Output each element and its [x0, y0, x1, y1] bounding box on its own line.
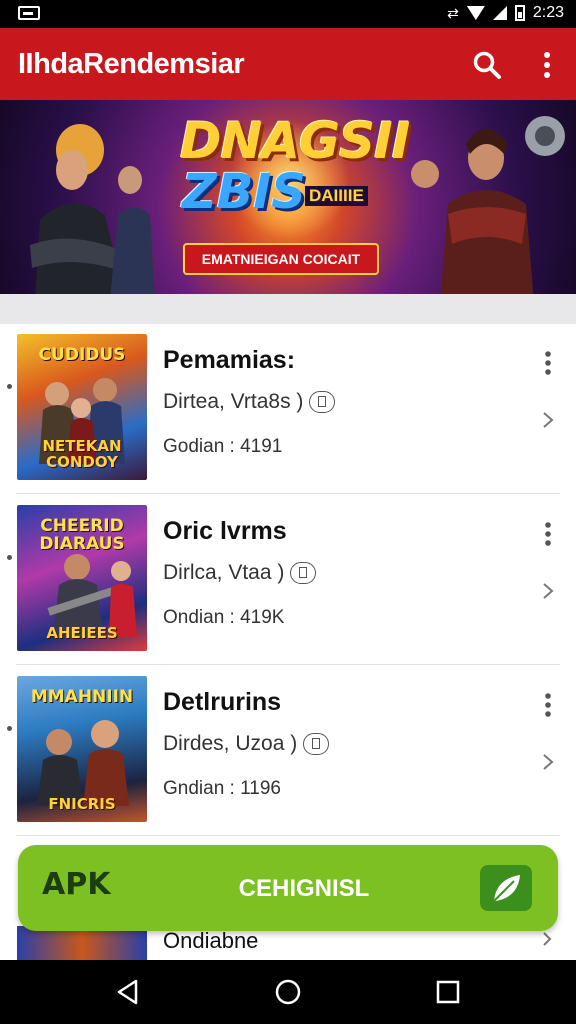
thumbnail-art: [47, 554, 137, 637]
home-icon[interactable]: [274, 978, 302, 1006]
banner-logo-line1: DNAGSII: [180, 112, 410, 170]
vibrate-icon: ⇄: [447, 4, 459, 21]
item-more-icon[interactable]: [538, 521, 558, 547]
status-bar: ⇄ 2:23: [0, 0, 576, 28]
chevron-right-icon[interactable]: [538, 581, 558, 601]
promo-banner[interactable]: DNAGSII ZBIS DAIIIIE EMATNIEIGAN COICAIT: [0, 100, 576, 294]
item-subtitle: Dirtea, Vrta8s ): [163, 390, 336, 414]
item-name: Pemamias:: [163, 346, 296, 374]
game-thumbnail[interactable]: CUDIDUS NETEKAN CONDOY: [17, 334, 147, 480]
apk-download-bar[interactable]: APK CEHIGNISL: [18, 845, 558, 931]
chevron-right-icon[interactable]: [538, 752, 558, 772]
banner-logo-line2: ZBIS: [182, 164, 306, 220]
thumbnail-subtitle: FNICRIS: [48, 795, 116, 813]
item-subtitle: Dirdes, Uzoa ): [163, 732, 330, 756]
list-item[interactable]: CUDIDUS NETEKAN CONDOY Pemamias: Dirtea,…: [0, 324, 576, 494]
search-icon[interactable]: [472, 50, 502, 80]
app-title: IIhdaRendemsiar: [18, 48, 245, 80]
item-name: Ondiabne: [163, 928, 259, 953]
bookmark-icon[interactable]: [290, 562, 317, 585]
thumbnail-subtitle: AHEIEES: [46, 624, 118, 642]
section-divider: [0, 294, 576, 324]
bookmark-icon[interactable]: [309, 391, 336, 414]
apk-action-button[interactable]: [480, 865, 532, 911]
bullet-dot: [7, 726, 12, 731]
thumbnail-art: [37, 720, 129, 806]
thumbnail-title: CHEERID DIARAUS: [39, 516, 125, 554]
list-item[interactable]: CHEERID DIARAUS AHEIEES Oric lvrms Dirlc…: [0, 495, 576, 665]
hero-right-image: [411, 116, 565, 294]
thumbnail-subtitle: NETEKAN CONDOY: [42, 437, 122, 471]
thumbnail-title: MMAHNIIN: [30, 687, 134, 707]
chevron-right-icon[interactable]: [538, 410, 558, 430]
item-name: Oric lvrms: [163, 517, 287, 545]
chevron-right-icon[interactable]: [540, 930, 554, 948]
list-item-partial[interactable]: Ondiabne: [0, 926, 576, 960]
system-nav-bar: [0, 960, 576, 1024]
item-count: Godian : 4191: [163, 436, 283, 457]
item-divider: [16, 493, 560, 494]
item-more-icon[interactable]: [538, 350, 558, 376]
item-subtitle-text: Dirdes, Uzoa ): [163, 732, 298, 755]
back-icon[interactable]: [114, 978, 142, 1006]
bookmark-icon[interactable]: [303, 733, 330, 756]
bullet-dot: [7, 555, 12, 560]
signal-icon: [492, 6, 507, 20]
wifi-icon: [466, 6, 485, 20]
item-divider: [16, 835, 560, 836]
banner-cta-button[interactable]: EMATNIEIGAN COICAIT: [183, 243, 379, 275]
apk-bar-label[interactable]: CEHIGNISL: [204, 875, 404, 903]
leaf-icon: [493, 875, 520, 902]
status-time: 2:23: [532, 4, 564, 21]
game-thumbnail[interactable]: CHEERID DIARAUS AHEIEES: [17, 505, 147, 651]
app-bar: IIhdaRendemsiar: [0, 28, 576, 100]
item-subtitle-text: Dirtea, Vrta8s ): [163, 390, 304, 413]
item-subtitle: Dirlca, Vtaa ): [163, 561, 317, 585]
item-count: Ondian : 419K: [163, 607, 285, 628]
bullet-dot: [7, 384, 12, 389]
item-subtitle-text: Dirlca, Vtaa ): [163, 561, 285, 584]
thumbnail-title: CUDIDUS: [38, 345, 126, 365]
item-divider: [16, 664, 560, 665]
banner-logo-tag: DAIIIIE: [305, 186, 368, 206]
more-vert-icon[interactable]: [536, 50, 558, 80]
battery-icon: [514, 5, 525, 21]
item-more-icon[interactable]: [538, 692, 558, 718]
list-item[interactable]: MMAHNIIN FNICRIS Detlrurins Dirdes, Uzoa…: [0, 666, 576, 836]
apk-logo: APK: [42, 867, 111, 902]
recents-icon[interactable]: [434, 978, 462, 1006]
status-icons: ⇄ 2:23: [447, 4, 564, 22]
game-thumbnail[interactable]: [17, 926, 147, 960]
item-name: Detlrurins: [163, 688, 282, 716]
notification-icon: [18, 6, 40, 20]
item-count: Gndian : 1196: [163, 778, 281, 799]
game-thumbnail[interactable]: MMAHNIIN FNICRIS: [17, 676, 147, 822]
hero-left-image: [30, 124, 155, 294]
